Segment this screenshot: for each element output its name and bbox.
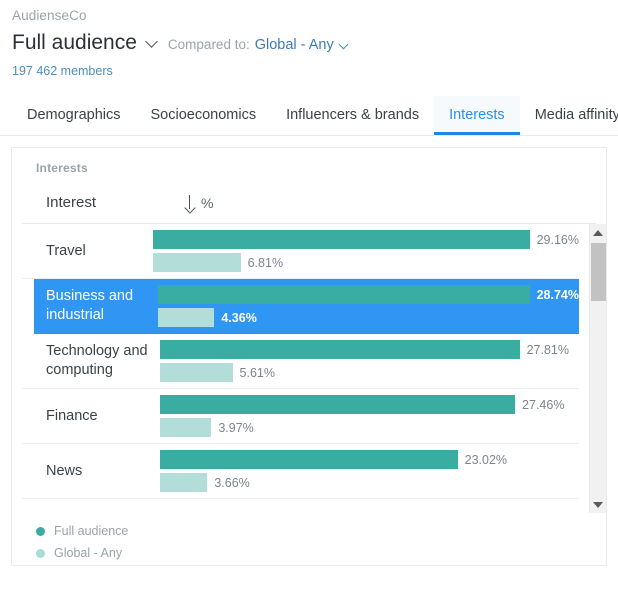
triangle-up-icon [593, 230, 603, 236]
scroll-up-button[interactable] [590, 224, 606, 241]
bar-global [160, 473, 207, 492]
sort-by-percent-control[interactable]: % [184, 194, 213, 212]
bar-value-global: 5.61% [233, 365, 275, 381]
column-header-percent: % [201, 194, 213, 212]
scrollbar-thumb[interactable] [591, 243, 606, 301]
bar-group: 27.81% 5.61% [160, 340, 579, 382]
bar-value-global: 3.66% [207, 475, 249, 491]
tab-bar: Demographics Socioeconomics Influencers … [0, 96, 618, 136]
tab-media-affinity[interactable]: Media affinity [520, 96, 618, 135]
bar-full-audience [160, 450, 458, 469]
audience-title-row: Full audience Compared to: Global - Any [12, 29, 606, 56]
bar-row-global: 4.36% [158, 308, 579, 327]
tab-socioeconomics[interactable]: Socioeconomics [136, 96, 272, 135]
legend-label: Global - Any [54, 543, 122, 563]
brand-name: AudienseCo [12, 6, 606, 26]
bar-full-audience [160, 340, 520, 359]
bar-full-audience [153, 230, 530, 249]
bar-group: 29.16% 6.81% [153, 230, 579, 272]
legend-label: Full audience [54, 521, 128, 541]
bar-row-full-audience: 28.74% [158, 285, 579, 304]
legend-dot-icon [36, 527, 45, 536]
legend-dot-icon [36, 549, 45, 558]
bar-row-full-audience: 27.81% [160, 340, 579, 359]
bar-global [158, 308, 214, 327]
bar-row-full-audience: 29.16% [153, 230, 579, 249]
interest-label: Travel [22, 242, 153, 261]
bar-row-global: 3.66% [160, 473, 579, 492]
compared-to-label: Compared to: [168, 35, 250, 55]
compared-to-selector[interactable]: Compared to: Global - Any [168, 35, 350, 55]
interest-label: Business and industrial [34, 287, 158, 325]
bar-global [153, 253, 241, 272]
interests-scroll-area: Travel 29.16% 6.81% Business and industrial… [12, 224, 606, 513]
bar-value-global: 3.97% [211, 420, 253, 436]
bar-value-full-audience: 29.16% [530, 232, 579, 248]
bar-value-full-audience: 27.46% [515, 397, 564, 413]
compared-to-value[interactable]: Global - Any [255, 35, 334, 55]
interest-label: Technology and computing [22, 342, 160, 380]
interests-card: Interests Interest % Travel 29.16% 6.81% Bu… [11, 147, 607, 566]
vertical-scrollbar[interactable] [589, 224, 606, 513]
bar-row-global: 5.61% [160, 363, 579, 382]
table-row[interactable]: News 23.02% 3.66% [22, 444, 579, 499]
bar-value-full-audience: 28.74% [530, 287, 579, 303]
bar-value-global: 6.81% [241, 255, 283, 271]
tab-interests[interactable]: Interests [434, 96, 520, 135]
table-row[interactable]: Finance 27.46% 3.97% [22, 389, 579, 444]
bar-row-full-audience: 27.46% [160, 395, 579, 414]
bar-global [160, 418, 211, 437]
bar-row-full-audience: 23.02% [160, 450, 579, 469]
bar-row-global: 3.97% [160, 418, 579, 437]
bar-value-full-audience: 27.81% [520, 342, 569, 358]
scrollbar-track[interactable] [590, 241, 606, 496]
table-row[interactable]: Technology and computing 27.81% 5.61% [22, 334, 579, 389]
legend-item[interactable]: Global - Any [36, 543, 606, 563]
bar-group: 27.46% 3.97% [160, 395, 579, 437]
tab-demographics[interactable]: Demographics [12, 96, 136, 135]
bar-global [160, 363, 233, 382]
bar-group: 28.74% 4.36% [158, 285, 579, 327]
scroll-down-button[interactable] [590, 496, 606, 513]
chevron-down-icon[interactable] [146, 36, 159, 49]
bar-full-audience [158, 285, 530, 304]
bar-row-global: 6.81% [153, 253, 579, 272]
members-count[interactable]: 197 462 members [12, 63, 606, 80]
page-header: AudienseCo Full audience Compared to: Gl… [0, 0, 618, 80]
table-header-row: Interest % [22, 176, 596, 224]
chevron-down-icon[interactable] [339, 40, 350, 51]
bar-group: 23.02% 3.66% [160, 450, 579, 492]
audience-name: Full audience [12, 29, 137, 56]
bar-value-full-audience: 23.02% [458, 452, 507, 468]
arrow-down-icon[interactable] [184, 195, 195, 211]
chart-legend: Full audienceGlobal - Any [12, 513, 606, 565]
interest-label: News [22, 462, 160, 481]
column-header-interest: Interest [46, 193, 184, 213]
legend-item[interactable]: Full audience [36, 521, 606, 541]
interests-list: Travel 29.16% 6.81% Business and industrial… [12, 224, 589, 513]
triangle-down-icon [593, 502, 603, 508]
table-row[interactable]: Travel 29.16% 6.81% [22, 224, 579, 279]
bar-value-global: 4.36% [214, 310, 256, 326]
bar-full-audience [160, 395, 515, 414]
interest-label: Finance [22, 407, 160, 426]
card-title: Interests [12, 148, 606, 176]
table-row[interactable]: Sports21.51% [22, 499, 579, 513]
table-row[interactable]: Business and industrial 28.74% 4.36% [34, 279, 579, 334]
tab-influencers-brands[interactable]: Influencers & brands [271, 96, 434, 135]
